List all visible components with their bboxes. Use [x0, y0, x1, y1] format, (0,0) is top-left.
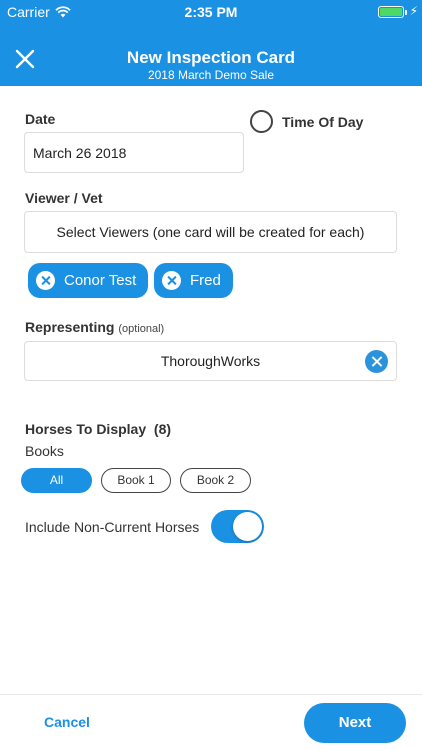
representing-label-text: Representing: [25, 319, 115, 335]
book-filter-all[interactable]: All: [21, 468, 92, 493]
page-subtitle: 2018 March Demo Sale: [147, 68, 275, 82]
viewer-label: Viewer / Vet: [25, 190, 103, 206]
remove-chip-icon[interactable]: [36, 271, 55, 290]
include-non-current-label: Include Non-Current Horses: [25, 519, 200, 535]
books-label: Books: [25, 443, 64, 459]
remove-chip-icon[interactable]: [162, 271, 181, 290]
time-of-day-label: Time Of Day: [282, 113, 364, 130]
representing-value: ThoroughWorks: [160, 353, 261, 369]
time-of-day-option[interactable]: Time Of Day: [250, 110, 363, 133]
book-filter-book-1[interactable]: Book 1: [101, 468, 171, 493]
battery-icon: [378, 6, 407, 18]
date-label: Date: [25, 111, 56, 127]
status-time: 2:35 PM: [184, 4, 238, 20]
include-non-current-toggle[interactable]: [211, 510, 264, 543]
representing-field[interactable]: ThoroughWorks: [24, 341, 397, 381]
viewer-chip-fred[interactable]: Fred: [154, 263, 233, 298]
horses-label-text: Horses To Display: [25, 421, 147, 437]
horses-to-display-label: Horses To Display (8): [25, 421, 171, 437]
page-title: New Inspection Card: [126, 48, 296, 67]
date-field[interactable]: March 26 2018: [24, 132, 244, 173]
representing-optional: (optional): [118, 323, 165, 335]
status-bar: Carrier 2:35 PM ⚡: [0, 0, 422, 24]
representing-label: Representing (optional): [25, 319, 164, 335]
book-filter-book-2[interactable]: Book 2: [180, 468, 251, 493]
viewer-chip-label: Fred: [190, 272, 221, 289]
viewer-chip-conor-test[interactable]: Conor Test: [28, 263, 149, 298]
toggle-knob: [233, 512, 262, 541]
cancel-button[interactable]: Cancel: [44, 714, 90, 730]
footer-bar: Cancel Next: [0, 694, 422, 750]
time-of-day-radio[interactable]: [250, 110, 273, 133]
charging-bolt-icon: ⚡: [409, 4, 418, 18]
viewer-chip-label: Conor Test: [64, 272, 137, 289]
select-viewers-field[interactable]: Select Viewers (one card will be created…: [24, 211, 397, 253]
clear-icon[interactable]: [365, 350, 388, 373]
horses-count: (8): [153, 421, 172, 437]
next-button[interactable]: Next: [304, 703, 406, 743]
header-bar: Carrier 2:35 PM ⚡ New Inspection Card 20…: [0, 0, 422, 86]
